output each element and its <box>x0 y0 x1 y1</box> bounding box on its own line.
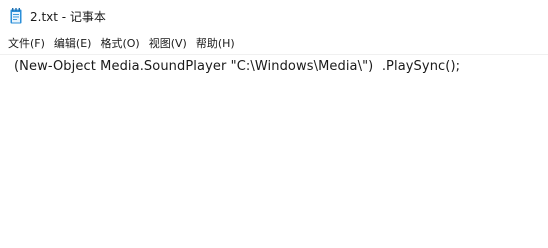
menu-file[interactable]: 文件(F) <box>6 34 52 54</box>
menu-edit[interactable]: 编辑(E) <box>52 34 99 54</box>
title-bar[interactable]: 2.txt - 记事本 <box>0 0 548 34</box>
menu-format[interactable]: 格式(O) <box>98 34 146 54</box>
editor-content[interactable]: (New-Object Media.SoundPlayer "C:\Window… <box>14 58 460 76</box>
menu-help[interactable]: 帮助(H) <box>194 34 242 54</box>
text-editor-area[interactable]: (New-Object Media.SoundPlayer "C:\Window… <box>0 54 548 248</box>
window-title: 2.txt - 记事本 <box>30 10 106 24</box>
notepad-window: 2.txt - 记事本 文件(F) 编辑(E) 格式(O) 视图(V) 帮助(H… <box>0 0 548 248</box>
menu-view[interactable]: 视图(V) <box>147 34 194 54</box>
menu-bar: 文件(F) 编辑(E) 格式(O) 视图(V) 帮助(H) <box>0 34 548 54</box>
notepad-icon <box>10 8 22 24</box>
